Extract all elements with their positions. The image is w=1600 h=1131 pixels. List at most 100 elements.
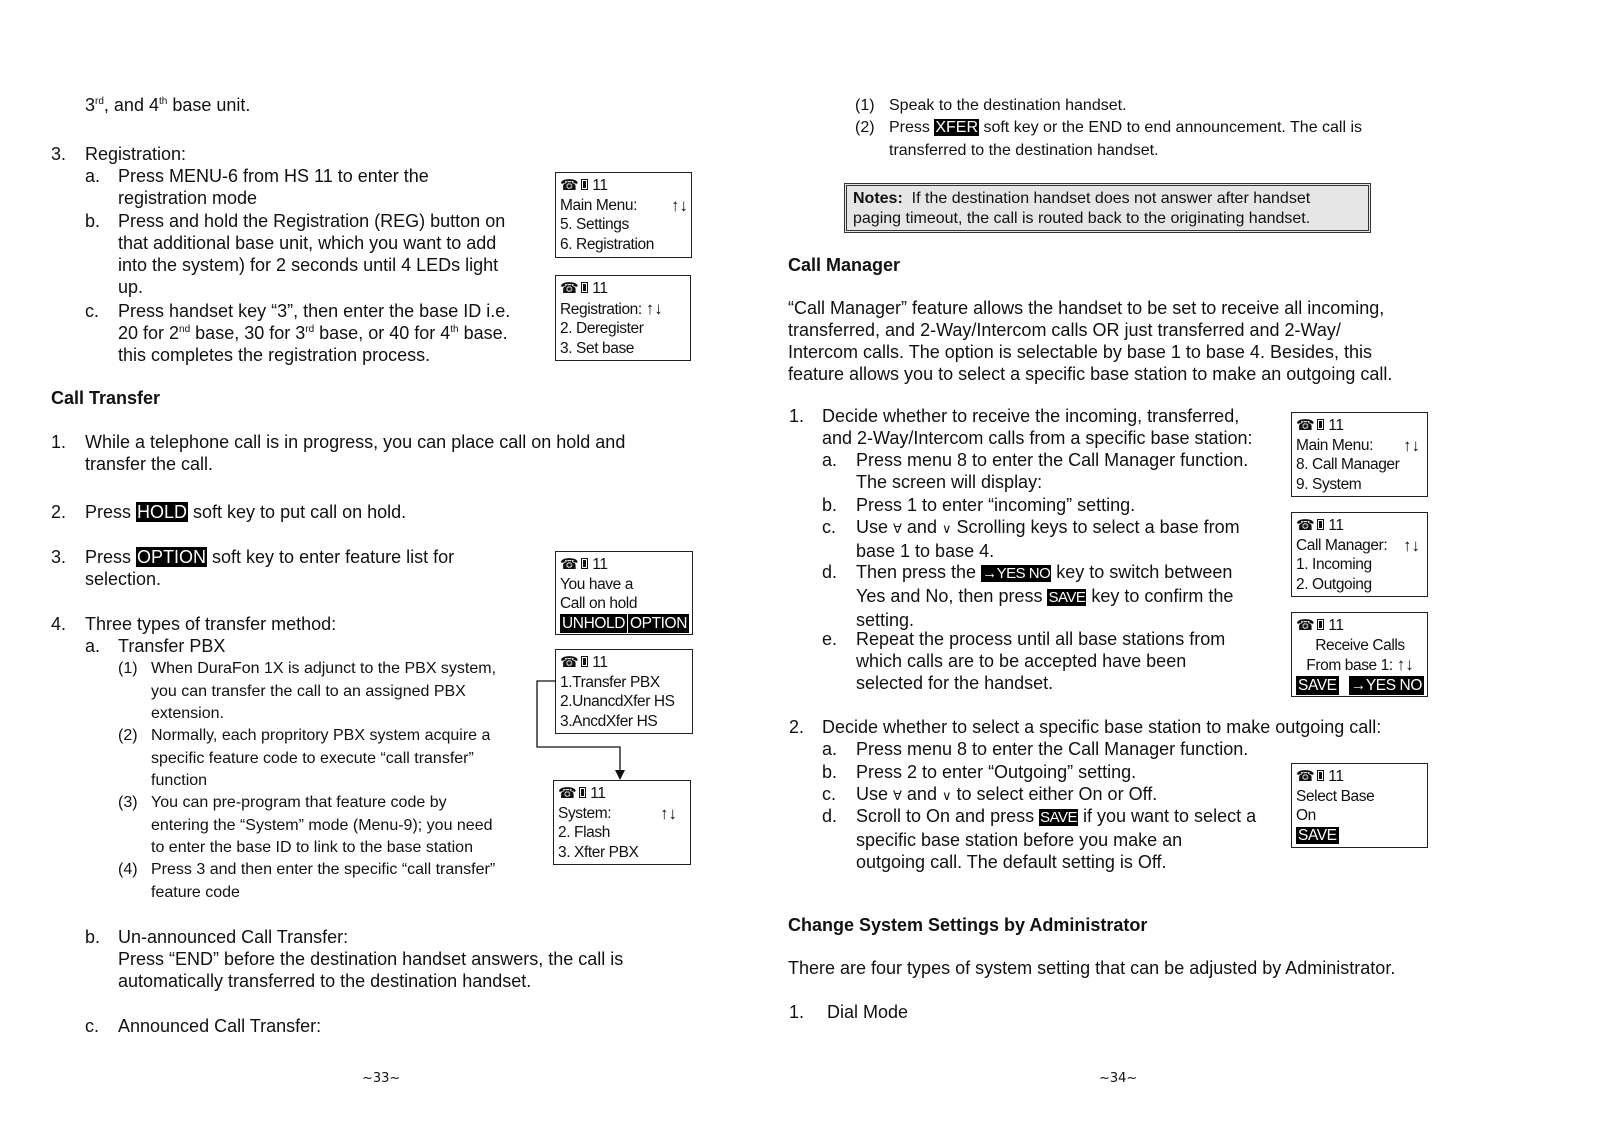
- announced-step-1: Speak to the destination handset.: [889, 97, 1127, 114]
- list-number: 3.: [51, 144, 67, 164]
- text-line: selection.: [85, 569, 162, 589]
- announced-step-2: Press XFER soft key or the END to end an…: [889, 119, 1363, 159]
- menu-option: 2. Outgoing: [1296, 575, 1372, 593]
- list-label: a.: [85, 636, 101, 656]
- text-line: this completes the registration process.: [118, 345, 431, 365]
- yes-no-softkey: →YES NO: [1348, 675, 1424, 695]
- cm-step-1c: Use Ɐ and ∨ Scrolling keys to select a b…: [856, 517, 1240, 561]
- list-label: e.: [822, 629, 838, 649]
- list-label: d.: [822, 806, 838, 826]
- list-label: b.: [85, 927, 101, 947]
- cm-step-1b: Press 1 to enter “incoming” setting.: [856, 495, 1136, 515]
- battery-icon: [581, 558, 589, 569]
- text-line: 20 for 2nd base, 30 for 3rd base, or 40 …: [118, 323, 508, 343]
- menu-option: 2. Deregister: [560, 320, 644, 337]
- battery-icon: [581, 656, 589, 667]
- continued-line: 3rd, and 4th base unit.: [85, 95, 251, 115]
- phone-icon: ☎: [1296, 517, 1315, 534]
- notes-label: Notes:: [853, 190, 903, 207]
- menu-option: 6. Registration: [560, 235, 654, 253]
- screen-title: Call Manager:: [1296, 536, 1388, 554]
- phone-icon: ☎: [558, 785, 577, 802]
- list-label: b.: [822, 762, 838, 782]
- page-number: ~34~: [1099, 1071, 1138, 1086]
- screen-title: Main Menu:: [1296, 436, 1373, 454]
- list-number: 2.: [789, 717, 805, 737]
- battery-icon: [1317, 419, 1325, 430]
- menu-option: 3. Xfter PBX: [558, 843, 639, 861]
- handset-number: 11: [592, 654, 608, 671]
- handset-number: 11: [1328, 417, 1344, 434]
- screen-title: Main Menu:: [560, 196, 637, 214]
- transfer-pbx-sub-3: You can pre-program that feature code by…: [151, 794, 493, 856]
- transfer-step-2: Press HOLD soft key to put call on hold.: [85, 502, 407, 522]
- yes-no-softkey-label: →YES NO: [981, 565, 1052, 582]
- list-number: 1.: [51, 432, 67, 452]
- handset-number: 11: [1328, 768, 1344, 785]
- announced-transfer-title: Announced Call Transfer:: [118, 1016, 322, 1036]
- list-label: c.: [85, 1016, 100, 1036]
- section-heading-call-manager: Call Manager: [788, 255, 901, 275]
- text-line: up.: [118, 277, 144, 297]
- menu-option: 5. Settings: [560, 216, 629, 233]
- unannounced-transfer: Un-announced Call Transfer: Press “END” …: [118, 927, 624, 991]
- call-manager-intro: “Call Manager” feature allows the handse…: [788, 298, 1393, 384]
- text-line: into the system) for 2 seconds until 4 L…: [118, 255, 499, 275]
- save-softkey: SAVE: [1296, 675, 1339, 695]
- admin-intro: There are four types of system setting t…: [788, 958, 1396, 978]
- phone-icon: ☎: [560, 654, 579, 671]
- list-label: c.: [822, 784, 837, 804]
- transfer-pbx-sub-4: Press 3 and then enter the specific “cal…: [151, 861, 496, 901]
- registration-step-c: Press handset key “3”, then enter the ba…: [118, 300, 510, 366]
- registration-step-b: Press and hold the Registration (REG) bu…: [118, 210, 505, 298]
- transfer-step-1: While a telephone call is in progress, y…: [85, 431, 625, 475]
- scroll-up-icon: Ɐ: [893, 521, 902, 536]
- scroll-arrows-icon: ↑↓: [1403, 435, 1420, 455]
- scroll-arrows-icon: ↑↓: [1403, 535, 1420, 555]
- lcd-screen-call-manager: ☎ 11 Call Manager: ↑↓ 1. Incoming 2. Outgo…: [1291, 512, 1428, 597]
- menu-option: 9. System: [1296, 475, 1362, 493]
- screen-text: Select Base: [1296, 787, 1375, 805]
- phone-icon: ☎: [1296, 768, 1315, 785]
- handset-number: 11: [592, 177, 608, 194]
- list-label: d.: [822, 562, 838, 582]
- lcd-screen-main-menu: ☎ 11 Main Menu: ↑↓ 5. Settings 6. Registra…: [555, 172, 692, 258]
- list-label: a.: [85, 166, 101, 186]
- save-softkey-label: SAVE: [1047, 589, 1087, 606]
- registration-title: Registration:: [85, 144, 187, 164]
- battery-icon: [1317, 619, 1325, 630]
- call-manager-step-2: Decide whether to select a specific base…: [822, 717, 1382, 737]
- text-line: transfer the call.: [85, 454, 214, 474]
- screen-text: From base 1:: [1306, 657, 1393, 674]
- sub-number: (4): [118, 861, 138, 878]
- sub-number: (3): [118, 794, 138, 811]
- battery-icon: [579, 787, 587, 798]
- screen-text: Call on hold: [560, 595, 638, 612]
- page-number: ~33~: [362, 1071, 401, 1086]
- screen-title: System:: [558, 804, 612, 822]
- phone-icon: ☎: [1296, 617, 1315, 634]
- list-number: 1.: [789, 1002, 805, 1022]
- admin-item-dial-mode: Dial Mode: [827, 1002, 909, 1022]
- phone-icon: ☎: [560, 556, 579, 573]
- sub-number: (1): [118, 660, 138, 677]
- sub-number: (2): [855, 119, 875, 136]
- scroll-arrows-icon: ↑↓: [645, 298, 663, 318]
- cm-step-1a: Press menu 8 to enter the Call Manager f…: [856, 450, 1249, 492]
- option-softkey-label: OPTION: [136, 547, 208, 567]
- transfer-step-3: Press OPTION soft key to enter feature l…: [85, 547, 455, 589]
- menu-option: 2. Flash: [558, 824, 610, 841]
- phone-icon: ☎: [560, 177, 579, 194]
- list-number: 4.: [51, 614, 67, 634]
- lcd-screen-receive-calls: ☎ 11 Receive Calls From base 1: ↑↓ SAVE →Y…: [1291, 612, 1428, 697]
- phone-icon: ☎: [560, 280, 579, 297]
- section-heading-admin: Change System Settings by Administrator: [788, 915, 1148, 935]
- text-line: that additional base unit, which you wan…: [118, 233, 497, 253]
- scroll-arrows-icon: ↑↓: [671, 195, 688, 215]
- scroll-arrows-icon: ↑↓: [1396, 655, 1414, 674]
- handset-number: 11: [1328, 517, 1344, 534]
- handset-number: 11: [1328, 617, 1344, 634]
- screen-title: Registration:: [560, 300, 642, 318]
- unhold-softkey: UNHOLD: [560, 613, 628, 633]
- save-softkey: SAVE: [1296, 826, 1339, 844]
